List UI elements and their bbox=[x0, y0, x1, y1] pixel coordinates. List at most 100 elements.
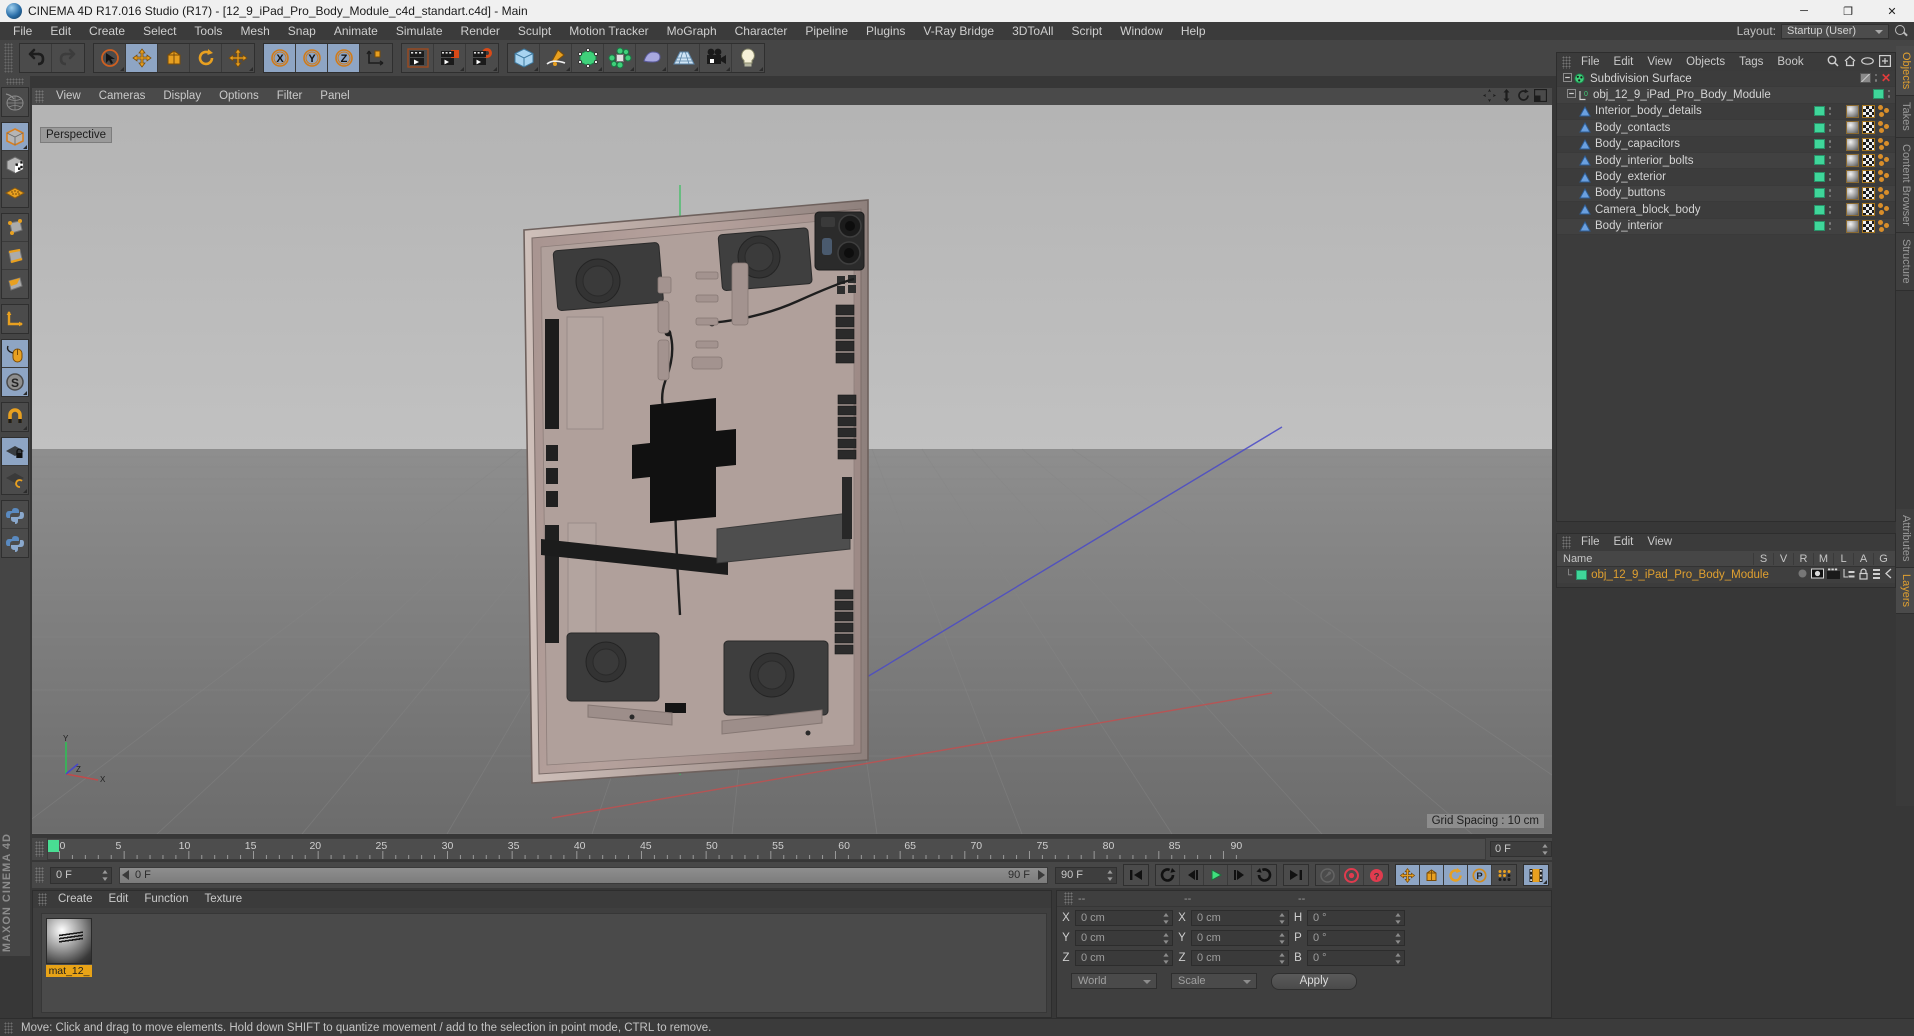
move-button[interactable] bbox=[126, 44, 158, 72]
menu-simulate[interactable]: Simulate bbox=[387, 22, 452, 40]
menu-vray-bridge[interactable]: V-Ray Bridge bbox=[914, 22, 1003, 40]
layer-menu-view[interactable]: View bbox=[1640, 534, 1679, 551]
rotation-key-button[interactable] bbox=[1444, 865, 1468, 885]
live-selection-button[interactable] bbox=[94, 44, 126, 72]
viewport-menu-cameras[interactable]: Cameras bbox=[90, 88, 155, 105]
object-menu-file[interactable]: File bbox=[1574, 53, 1607, 71]
object-row-body-buttons[interactable]: Body_buttons bbox=[1557, 185, 1895, 203]
menu-3dtoall[interactable]: 3DToAll bbox=[1003, 22, 1062, 40]
scale-key-button[interactable] bbox=[1420, 865, 1444, 885]
spinner-icon[interactable] bbox=[1542, 844, 1548, 855]
enable-toggle-green[interactable] bbox=[1814, 188, 1825, 199]
position-y-field[interactable]: 0 cm bbox=[1075, 930, 1173, 946]
point-level-animation-button[interactable] bbox=[1492, 865, 1516, 885]
workplane-lock-tool[interactable] bbox=[2, 438, 28, 466]
viewport-move-icon[interactable] bbox=[1483, 88, 1496, 105]
spinner-icon[interactable] bbox=[1163, 933, 1169, 944]
current-frame-field[interactable]: 0 F bbox=[50, 866, 112, 884]
axis-y-button[interactable]: Y bbox=[296, 44, 328, 72]
solo-flag-icon[interactable] bbox=[1797, 568, 1808, 582]
maximize-button[interactable]: ❐ bbox=[1826, 0, 1870, 22]
points-mode-tool[interactable] bbox=[2, 214, 28, 242]
add-generator-button[interactable] bbox=[572, 44, 604, 72]
range-start-handle-icon[interactable] bbox=[122, 869, 129, 880]
model-mode-tool[interactable] bbox=[2, 123, 28, 151]
texture-tag-icon[interactable] bbox=[1862, 170, 1875, 184]
record-active-objects-button[interactable] bbox=[1340, 865, 1364, 885]
size-x-field[interactable]: 0 cm bbox=[1191, 910, 1289, 926]
visibility-toggle-dots[interactable] bbox=[1828, 221, 1832, 232]
column-r[interactable]: R bbox=[1793, 552, 1813, 565]
edges-mode-tool[interactable] bbox=[2, 242, 28, 270]
render-flag-icon[interactable] bbox=[1827, 568, 1840, 582]
material-tag-icon[interactable] bbox=[1846, 186, 1859, 200]
visibility-toggle-dots[interactable] bbox=[1828, 188, 1832, 199]
axis-x-button[interactable]: X bbox=[264, 44, 296, 72]
viewport-menu-display[interactable]: Display bbox=[154, 88, 210, 105]
timeline-frame-field[interactable]: 0 F bbox=[1490, 841, 1552, 857]
keyframe-selection-button[interactable]: ? bbox=[1364, 865, 1388, 885]
viewport-menu-panel[interactable]: Panel bbox=[311, 88, 358, 105]
autokey-button[interactable] bbox=[1316, 865, 1340, 885]
spinner-icon[interactable] bbox=[1395, 953, 1401, 964]
visibility-toggle-dots[interactable] bbox=[1828, 106, 1832, 117]
tree-expand-icon[interactable] bbox=[1567, 89, 1576, 101]
expand-icon[interactable] bbox=[1879, 54, 1892, 70]
texture-tag-icon[interactable] bbox=[1862, 121, 1875, 135]
undo-button[interactable] bbox=[20, 44, 52, 72]
object-row-body-interior-bolts[interactable]: Body_interior_bolts bbox=[1557, 152, 1895, 170]
size-mode-dropdown[interactable]: Scale bbox=[1171, 973, 1257, 989]
menu-snap[interactable]: Snap bbox=[279, 22, 325, 40]
selection-tag-icon[interactable] bbox=[1878, 137, 1891, 151]
selection-tag-icon[interactable] bbox=[1878, 219, 1891, 233]
preview-range-bar[interactable]: 0 F 90 F bbox=[119, 866, 1048, 884]
vtab-objects[interactable]: Objects bbox=[1896, 46, 1914, 97]
viewport-3d-canvas[interactable]: Perspective Grid Spacing : 10 cm Y X Z bbox=[32, 105, 1552, 834]
column-l[interactable]: L bbox=[1833, 552, 1853, 565]
object-row-interior-body-details[interactable]: Interior_body_details bbox=[1557, 104, 1895, 121]
layer-menu-edit[interactable]: Edit bbox=[1607, 534, 1641, 551]
rotation-p-field[interactable]: 0 ° bbox=[1307, 930, 1405, 946]
add-spline-button[interactable] bbox=[540, 44, 572, 72]
material-tag-icon[interactable] bbox=[1846, 137, 1859, 151]
object-menu-tags[interactable]: Tags bbox=[1732, 53, 1770, 71]
layout-dropdown[interactable]: Startup (User) bbox=[1781, 23, 1889, 39]
rotation-h-field[interactable]: 0 ° bbox=[1307, 910, 1405, 926]
spinner-icon[interactable] bbox=[1163, 953, 1169, 964]
enable-snap-tool[interactable]: S bbox=[2, 368, 28, 396]
column-g[interactable]: G bbox=[1873, 552, 1893, 565]
toolbar-grip[interactable] bbox=[4, 43, 13, 73]
tree-expand-icon[interactable] bbox=[1563, 72, 1572, 85]
viewport-rotate-icon[interactable] bbox=[1517, 88, 1530, 105]
material-tag-icon[interactable] bbox=[1846, 219, 1859, 233]
object-row-body-exterior[interactable]: Body_exterior bbox=[1557, 169, 1895, 186]
selection-tag-icon[interactable] bbox=[1878, 104, 1891, 118]
selection-tag-icon[interactable] bbox=[1878, 170, 1891, 183]
end-frame-field[interactable]: 90 F bbox=[1055, 866, 1117, 884]
add-deformer-button[interactable] bbox=[636, 44, 668, 72]
column-a[interactable]: A bbox=[1853, 552, 1873, 565]
spinner-icon[interactable] bbox=[1279, 913, 1285, 924]
render-to-picture-viewer-button[interactable] bbox=[434, 44, 466, 72]
material-list[interactable]: mat_12_ bbox=[41, 913, 1047, 1013]
visibility-dots-icon[interactable] bbox=[1859, 72, 1871, 83]
manager-flag-icon[interactable] bbox=[1843, 568, 1855, 582]
timeline-grip[interactable] bbox=[35, 841, 44, 857]
material-tag-icon[interactable] bbox=[1846, 170, 1859, 184]
play-backwards-button[interactable] bbox=[1156, 865, 1180, 885]
object-menu-view[interactable]: View bbox=[1640, 53, 1679, 71]
spinner-icon[interactable] bbox=[1279, 953, 1285, 964]
minimize-button[interactable]: ─ bbox=[1782, 0, 1826, 22]
texture-tag-icon[interactable] bbox=[1862, 219, 1875, 233]
render-settings-button[interactable] bbox=[466, 44, 498, 72]
vtab-structure[interactable]: Structure bbox=[1896, 232, 1914, 291]
material-tag-icon[interactable] bbox=[1846, 203, 1859, 217]
close-button[interactable]: ✕ bbox=[1870, 0, 1914, 22]
material-manager-grip[interactable] bbox=[38, 893, 47, 906]
size-z-field[interactable]: 0 cm bbox=[1191, 950, 1289, 966]
viewport-menu-filter[interactable]: Filter bbox=[268, 88, 312, 105]
layer-row[interactable]: └ obj_12_9_iPad_Pro_Body_Module bbox=[1557, 567, 1895, 583]
menu-window[interactable]: Window bbox=[1111, 22, 1172, 40]
spinner-icon[interactable] bbox=[1107, 869, 1113, 881]
spinner-icon[interactable] bbox=[1163, 913, 1169, 924]
